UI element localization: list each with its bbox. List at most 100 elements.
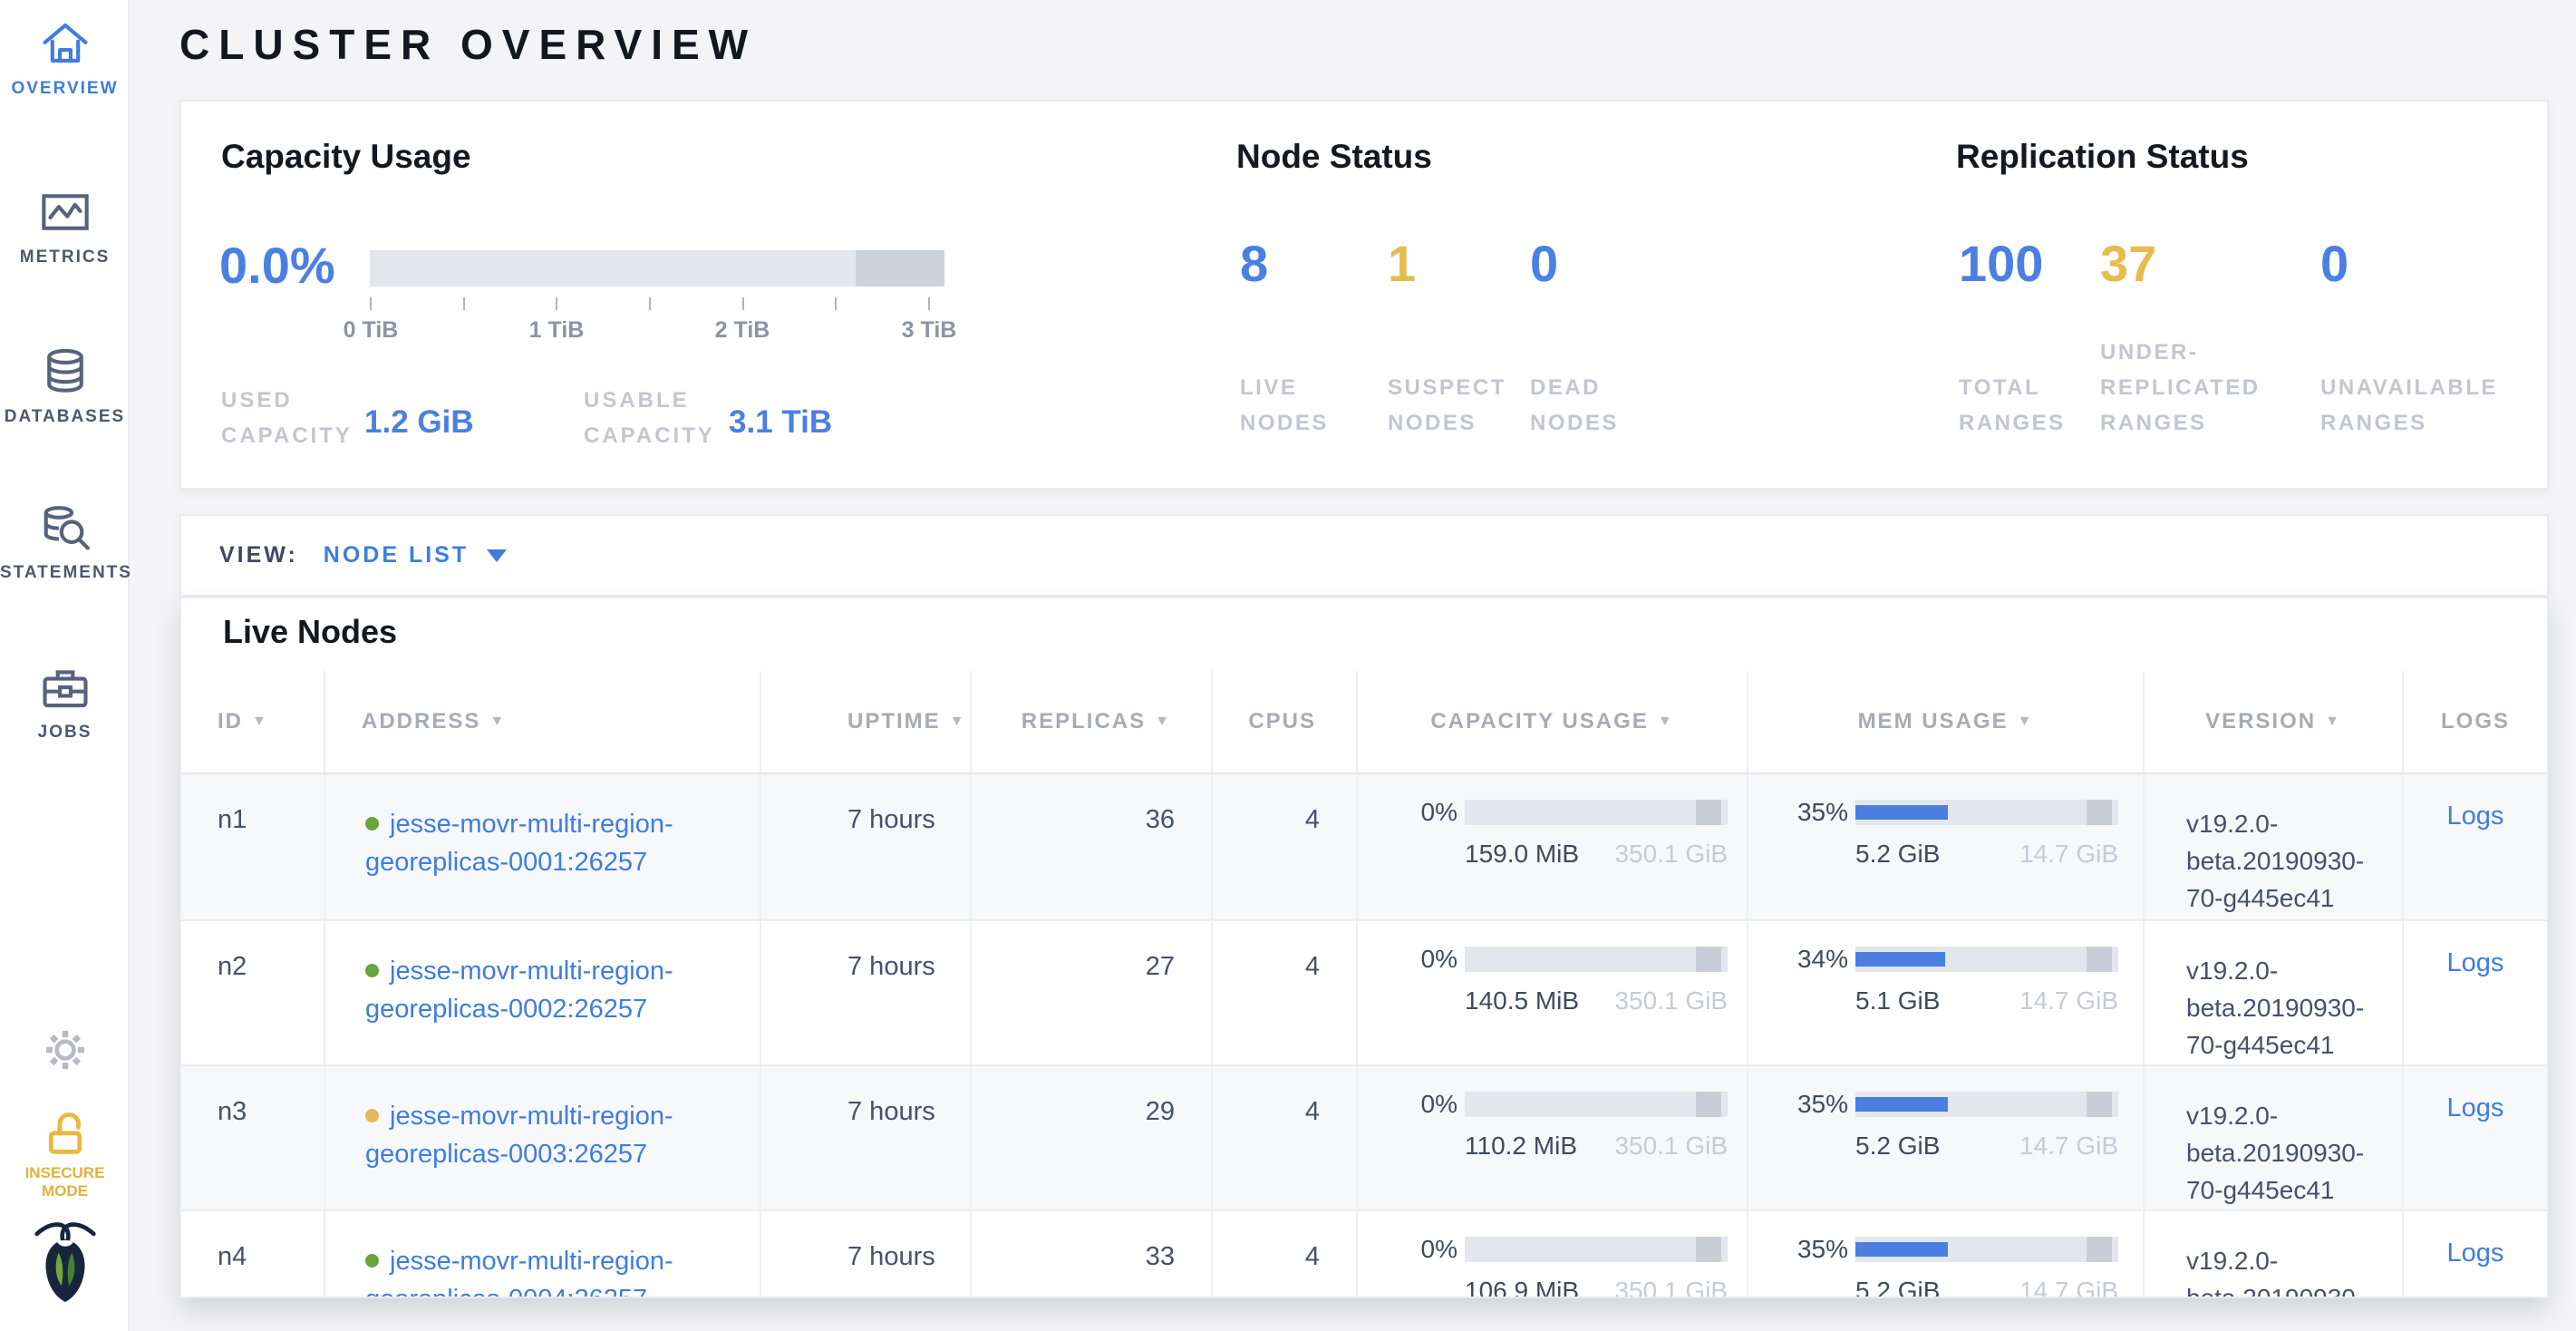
version-value: v19.2.0-beta.20190930-70-g445ec41	[2186, 805, 2380, 917]
column-header-id[interactable]: ID ▼	[181, 671, 324, 772]
mem-usage-bar-line: 34%	[1785, 945, 2143, 974]
jobs-icon	[39, 664, 92, 715]
cockroachdb-logo[interactable]	[0, 1215, 130, 1307]
mem-usage-bar-marker	[2087, 1092, 2112, 1117]
column-header-label: ID	[218, 709, 243, 734]
mem-usage-bar-track	[1855, 1237, 2118, 1262]
capacity-usage: 0% 159.0 MiB350.1 GiB	[1356, 774, 1747, 919]
live-nodes-card: Live Nodes ID ▼ ADDRESS ▼ UPTIME ▼ REPLI…	[179, 597, 2549, 1298]
total-ranges-count: 100	[1959, 234, 2043, 293]
column-header-capacity-usage[interactable]: CAPACITY USAGE ▼	[1356, 671, 1747, 772]
cockroach-bug-icon	[29, 1290, 102, 1306]
sidebar-item-statements[interactable]: STATEMENTS	[0, 504, 130, 583]
capacity-usage-used-value: 106.9 MiB	[1465, 1277, 1579, 1298]
insecure-mode-indicator[interactable]	[0, 1108, 130, 1165]
column-header-uptime[interactable]: UPTIME ▼	[760, 671, 970, 772]
healthy-status-dot	[365, 817, 379, 831]
sidebar-item-label: JOBS	[0, 723, 130, 743]
mem-usage-used-value: 5.2 GiB	[1855, 1132, 1940, 1161]
capacity-usage-total-value: 350.1 GiB	[1614, 986, 1728, 1015]
unavailable-ranges-label: UNAVAILABLE RANGES	[2320, 370, 2493, 441]
column-header-cpus[interactable]: CPUS	[1211, 671, 1356, 772]
home-icon	[39, 20, 92, 72]
logs-link[interactable]: Logs	[2447, 1093, 2504, 1122]
unavailable-ranges-count: 0	[2320, 234, 2348, 293]
node-address-link[interactable]: jesse-movr-multi-region-georeplicas-0004…	[365, 1247, 673, 1298]
column-header-version[interactable]: VERSION ▼	[2143, 671, 2402, 772]
chevron-down-icon	[487, 549, 507, 562]
node-address-link[interactable]: jesse-movr-multi-region-georeplicas-0003…	[365, 1102, 673, 1169]
sidebar: OVERVIEW METRICS DATABASES	[0, 0, 130, 1331]
main-content: CLUSTER OVERVIEW Capacity Usage 0.0% 0 T…	[130, 0, 2576, 1331]
axis-tick-label: 1 TiB	[516, 317, 597, 344]
used-capacity-label: USED CAPACITY	[221, 383, 375, 453]
mem-usage-used-value: 5.1 GiB	[1855, 986, 1940, 1015]
view-dropdown-value: NODE LIST	[324, 542, 469, 568]
column-header-label: ADDRESS	[362, 709, 480, 734]
logs-link[interactable]: Logs	[2447, 1239, 2504, 1268]
capacity-usage-percent: 0%	[1394, 1235, 1457, 1264]
capacity-usage-values: 159.0 MiB350.1 GiB	[1465, 840, 1728, 869]
under-replicated-ranges-count: 37	[2100, 234, 2156, 293]
cpus-cell: 4	[1211, 1066, 1356, 1210]
sort-arrow-icon: ▼	[950, 714, 966, 730]
under-replicated-ranges-label: UNDER-REPLICATED RANGES	[2100, 335, 2263, 441]
nodes-table-body: n1jesse-movr-multi-region-georeplicas-00…	[181, 774, 2547, 1298]
mem-usage-bar-track	[1855, 947, 2118, 972]
mem-usage-bar-fill	[1855, 805, 1948, 820]
mem-usage-values: 5.2 GiB14.7 GiB	[1855, 1132, 2118, 1161]
mem-usage-bar-track	[1855, 1092, 2118, 1117]
sidebar-item-jobs[interactable]: JOBS	[0, 664, 130, 743]
column-header-mem-usage[interactable]: MEM USAGE ▼	[1747, 671, 2143, 772]
node-address-cell: jesse-movr-multi-region-georeplicas-0001…	[324, 774, 760, 919]
axis-tick-label: 3 TiB	[888, 317, 970, 344]
capacity-usage-bar-marker	[1696, 800, 1721, 825]
sidebar-item-label: METRICS	[0, 248, 130, 267]
mem-usage-used-value: 5.2 GiB	[1855, 1277, 1940, 1298]
view-label: VIEW:	[219, 542, 298, 568]
mem-usage-bar-line: 35%	[1785, 798, 2143, 827]
capacity-usage-total-value: 350.1 GiB	[1614, 1277, 1728, 1298]
live-nodes-table: ID ▼ ADDRESS ▼ UPTIME ▼ REPLICAS ▼ CPUS	[181, 671, 2547, 1298]
metrics-icon	[39, 189, 92, 240]
logs-cell: Logs	[2402, 921, 2547, 1064]
sort-arrow-icon: ▼	[1155, 714, 1171, 730]
capacity-bar-reserved-segment	[856, 250, 944, 287]
view-dropdown[interactable]: NODE LIST	[324, 542, 507, 568]
suspect-status-dot	[365, 1109, 379, 1122]
version-value: v19.2.0-beta.20190930-70-g445ec41	[2186, 1242, 2380, 1298]
capacity-usage-bar-marker	[1696, 1092, 1721, 1117]
axis-tick	[649, 297, 651, 310]
cpus-cell: 4	[1211, 1211, 1356, 1298]
sidebar-item-metrics[interactable]: METRICS	[0, 189, 130, 267]
node-address-link[interactable]: jesse-movr-multi-region-georeplicas-0002…	[365, 957, 673, 1024]
dead-nodes-label: DEAD NODES	[1530, 370, 1634, 441]
capacity-usage-bar-track	[1465, 800, 1728, 825]
column-header-address[interactable]: ADDRESS ▼	[324, 671, 760, 772]
mem-usage-percent: 35%	[1785, 1235, 1848, 1264]
logs-link[interactable]: Logs	[2447, 802, 2504, 831]
sidebar-item-overview[interactable]: OVERVIEW	[0, 20, 130, 99]
capacity-usage-bar	[370, 250, 944, 287]
sidebar-item-databases[interactable]: DATABASES	[0, 348, 130, 427]
replicas-cell: 36	[970, 774, 1211, 919]
capacity-usage-bar-track	[1465, 1237, 1728, 1262]
mem-usage-bar-track	[1855, 800, 2118, 825]
node-id-cell: n4	[181, 1211, 324, 1298]
capacity-usage: 0% 106.9 MiB 350.1 GiB	[1356, 1211, 1747, 1298]
mem-usage-bar-line: 35%	[1785, 1090, 2143, 1119]
mem-usage: 35%5.2 GiB14.7 GiB	[1747, 1211, 2143, 1298]
view-selector-bar: VIEW: NODE LIST	[179, 514, 2549, 597]
capacity-usage-bar-line: 0%	[1394, 1090, 1747, 1119]
node-address-link[interactable]: jesse-movr-multi-region-georeplicas-0001…	[365, 810, 673, 877]
replicas-cell: 33	[970, 1211, 1211, 1298]
mem-usage-bar-marker	[2087, 1237, 2112, 1262]
sidebar-item-label: OVERVIEW	[0, 79, 130, 99]
column-header-replicas[interactable]: REPLICAS ▼	[970, 671, 1211, 772]
sidebar-item-label: DATABASES	[0, 407, 130, 427]
settings-button[interactable]	[0, 1025, 130, 1080]
statements-icon	[39, 504, 92, 556]
logs-link[interactable]: Logs	[2447, 948, 2504, 977]
capacity-usage-bar-line: 0%	[1394, 798, 1747, 827]
mem-usage-percent: 35%	[1785, 1090, 1848, 1119]
